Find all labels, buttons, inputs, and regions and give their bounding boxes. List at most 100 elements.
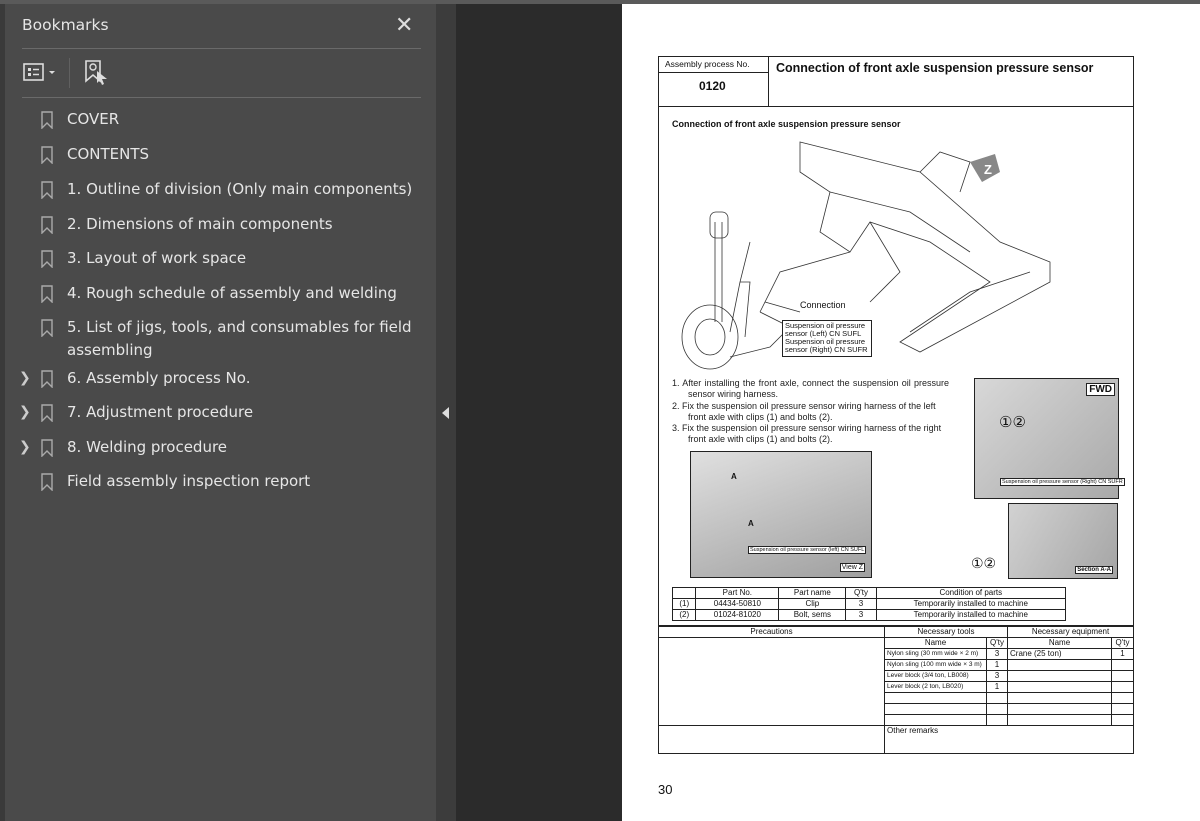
table-cell: 3 (845, 598, 877, 610)
table-cell: Bolt, sems (778, 609, 847, 621)
section-label: Section A-A (1075, 566, 1113, 574)
bookmark-label: 5. List of jigs, tools, and consumables … (67, 318, 412, 359)
bookmark-icon (41, 216, 53, 234)
column-header: Name (884, 637, 987, 649)
other-remarks: Other remarks (884, 725, 1134, 754)
table-row: (2) 01024-81020 Bolt, sems 3 Temporarily ins… (671, 609, 1067, 621)
a-label: A (748, 519, 754, 528)
z-label: Z (984, 162, 992, 177)
bookmark-options-icon[interactable] (23, 62, 59, 84)
tools-header: Necessary tools (884, 626, 1008, 638)
bookmark-label: 7. Adjustment procedure (67, 403, 254, 421)
page-title: Connection of front axle suspension pres… (776, 61, 1094, 75)
column-header: Q'ty (845, 587, 877, 599)
tool-name: Lever block (2 ton, LB020) (884, 681, 987, 693)
bookmark-icon (41, 319, 53, 337)
callout-numbers: ①② (999, 414, 1026, 431)
equipment-name (1007, 659, 1112, 671)
precautions-label: Precautions (659, 627, 884, 638)
equipment-name: Crane (25 ton) (1007, 648, 1112, 660)
equipment-qty (1111, 681, 1134, 693)
column-header: Q'ty (1111, 637, 1134, 649)
chevron-right-icon[interactable]: ❯ (19, 401, 31, 424)
instruction-list: 1. After installing the front axle, conn… (672, 378, 949, 446)
equipment-name (1007, 681, 1112, 693)
tool-qty (986, 703, 1008, 715)
column-header: Part No. (695, 587, 780, 599)
bookmark-label: Field assembly inspection report (67, 472, 311, 490)
bookmark-label: 4. Rough schedule of assembly and weldin… (67, 284, 397, 302)
precautions-header: Precautions (658, 626, 885, 726)
equipment-qty: 1 (1111, 648, 1134, 660)
instruction-step: 2. Fix the suspension oil pressure senso… (672, 400, 936, 422)
equipment-name (1007, 692, 1112, 704)
process-label: Assembly process No. (665, 59, 750, 69)
instruction-step: 1. After installing the front axle, conn… (672, 378, 949, 400)
page-number: 30 (658, 782, 673, 797)
view-z-label: View Z (839, 563, 865, 572)
table-cell: (2) (671, 609, 697, 621)
bookmark-label: 2. Dimensions of main components (67, 215, 333, 233)
equipment-header: Necessary equipment (1007, 626, 1134, 638)
tool-qty (986, 692, 1008, 704)
bookmark-icon (41, 181, 53, 199)
column-header (671, 587, 697, 599)
callout-line: sensor (Right) CN SUFR (785, 345, 868, 354)
equipment-name (1007, 670, 1112, 682)
bookmark-icon (41, 285, 53, 303)
table-cell: (1) (671, 598, 697, 610)
bookmark-icon (41, 473, 53, 491)
divider (22, 97, 421, 98)
tool-name: Lever block (3/4 ton, LB008) (884, 670, 987, 682)
figure-title: Connection of front axle suspension pres… (672, 119, 901, 129)
bookmark-label: 8. Welding procedure (67, 438, 228, 456)
tool-qty: 3 (986, 648, 1008, 660)
tool-qty: 1 (986, 681, 1008, 693)
chevron-right-icon[interactable]: ❯ (19, 436, 31, 459)
connection-label: Connection (800, 300, 846, 310)
table-cell: 3 (845, 609, 877, 621)
tool-qty: 3 (986, 670, 1008, 682)
divider (22, 48, 421, 49)
bookmarks-panel: Bookmarks ✕ COVER CONTENTS 1. Outline of d… (0, 4, 436, 821)
table-cell: 01024-81020 (695, 609, 780, 621)
column-header: Name (1007, 637, 1112, 649)
a-label: A (731, 472, 737, 481)
column-header: Q'ty (986, 637, 1008, 649)
tool-name: Nylon sling (30 mm wide × 2 m) (884, 648, 987, 660)
tool-qty (986, 714, 1008, 726)
process-number: 0120 (699, 79, 726, 93)
find-bookmark-icon[interactable] (83, 59, 111, 87)
bookmark-icon (41, 370, 53, 388)
bookmark-icon (41, 439, 53, 457)
equipment-qty (1111, 703, 1134, 715)
column-header: Part name (778, 587, 847, 599)
table-cell: Temporarily installed to machine (875, 598, 1067, 610)
tool-qty: 1 (986, 659, 1008, 671)
callout-numbers: ①② (971, 555, 997, 571)
tool-name: Nylon sling (100 mm wide × 3 m) (884, 659, 987, 671)
table-cell: Temporarily installed to machine (875, 609, 1067, 621)
bookmark-label: 3. Layout of work space (67, 249, 247, 267)
pdf-page: Assembly process No. 0120 Connection of … (622, 4, 1200, 821)
collapse-panel-icon[interactable] (442, 407, 449, 419)
bookmark-icon (41, 250, 53, 268)
tools-equipment-table: Precautions Necessary tools Necessary equi… (658, 626, 1134, 754)
right-sensor-label: Suspension oil pressure sensor (Right) C… (1000, 478, 1125, 486)
chevron-right-icon[interactable]: ❯ (19, 367, 31, 390)
equipment-name (1007, 703, 1112, 715)
bookmark-icon (41, 404, 53, 422)
left-sensor-label: Suspension oil pressure sensor (left) CN… (748, 546, 867, 554)
table-cell: 04434-50810 (695, 598, 780, 610)
equipment-qty (1111, 659, 1134, 671)
fwd-label: FWD (1086, 383, 1115, 396)
photo-view-z: A A Suspension oil pressure sensor (left… (690, 451, 872, 578)
panel-title: Bookmarks (22, 16, 109, 34)
equipment-qty (1111, 670, 1134, 682)
close-icon[interactable]: ✕ (395, 12, 413, 38)
column-header: Condition of parts (875, 587, 1067, 599)
photo-right-sensor: FWD ①② Suspension oil pressure sensor (R… (974, 378, 1125, 499)
equipment-name (1007, 714, 1112, 726)
equipment-qty (1111, 714, 1134, 726)
bookmark-icon (41, 111, 53, 129)
